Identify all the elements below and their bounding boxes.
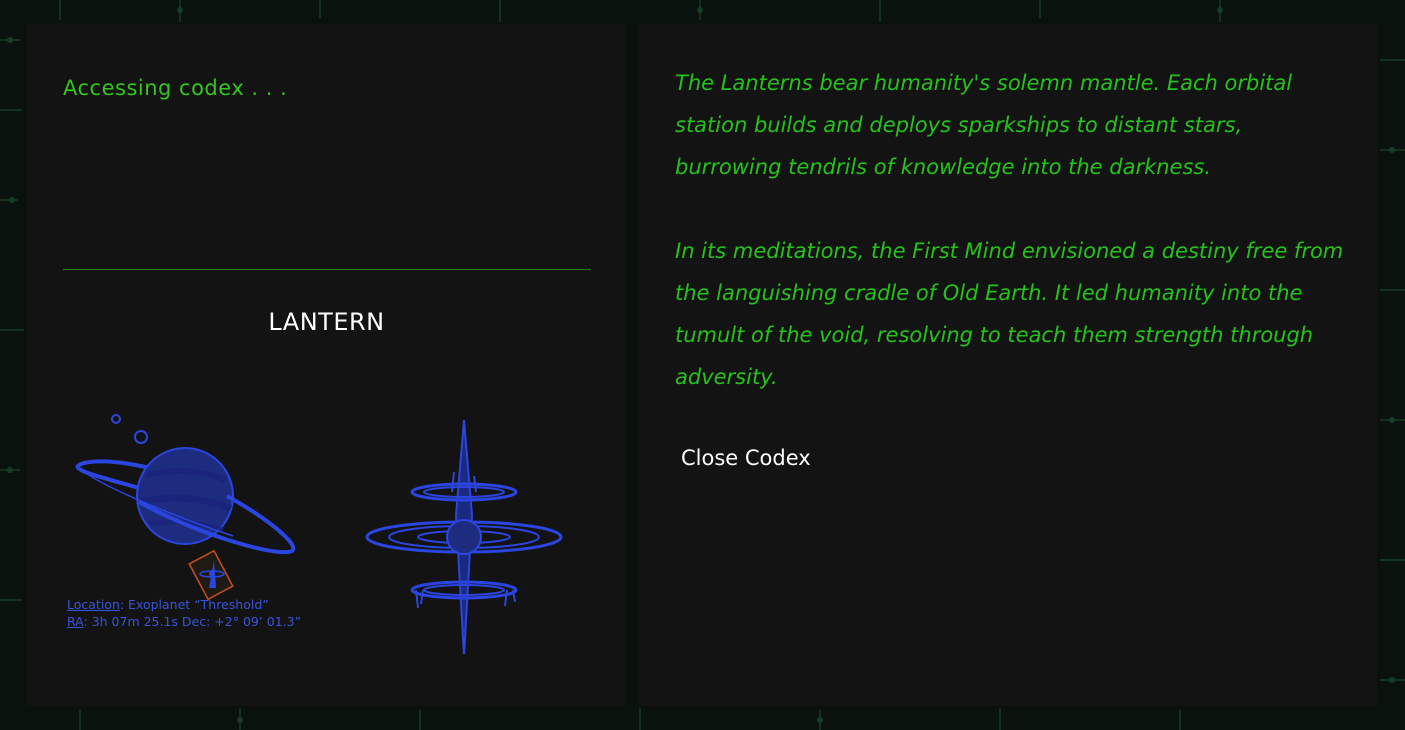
lore-paragraph-2: In its meditations, the First Mind envis… — [675, 239, 1344, 389]
ra-label: RA — [67, 614, 84, 629]
lantern-station-icon — [365, 419, 563, 654]
lore-paragraph-1: The Lanterns bear humanity's solemn mant… — [675, 71, 1293, 179]
location-value: : Exoplanet “Threshold” — [119, 597, 269, 612]
ringed-planet-icon — [75, 414, 296, 555]
divider — [63, 269, 591, 270]
status-text: Accessing codex . . . — [63, 76, 288, 100]
location-info: Location: Exoplanet “Threshold” RA: 3h 0… — [67, 596, 301, 630]
lore-text: The Lanterns bear humanity's solemn mant… — [675, 62, 1345, 398]
codex-text-panel: The Lanterns bear humanity's solemn mant… — [639, 24, 1377, 706]
close-codex-button[interactable]: Close Codex — [675, 444, 817, 472]
codex-image-panel: Accessing codex . . . LANTERN Location: … — [27, 24, 626, 706]
location-label: Location — [67, 597, 120, 612]
ra-value: : 3h 07m 25.1s Dec: +2° 09’ 01.3” — [83, 614, 302, 629]
codex-title: LANTERN — [268, 308, 385, 336]
location-marker-icon — [188, 549, 234, 601]
